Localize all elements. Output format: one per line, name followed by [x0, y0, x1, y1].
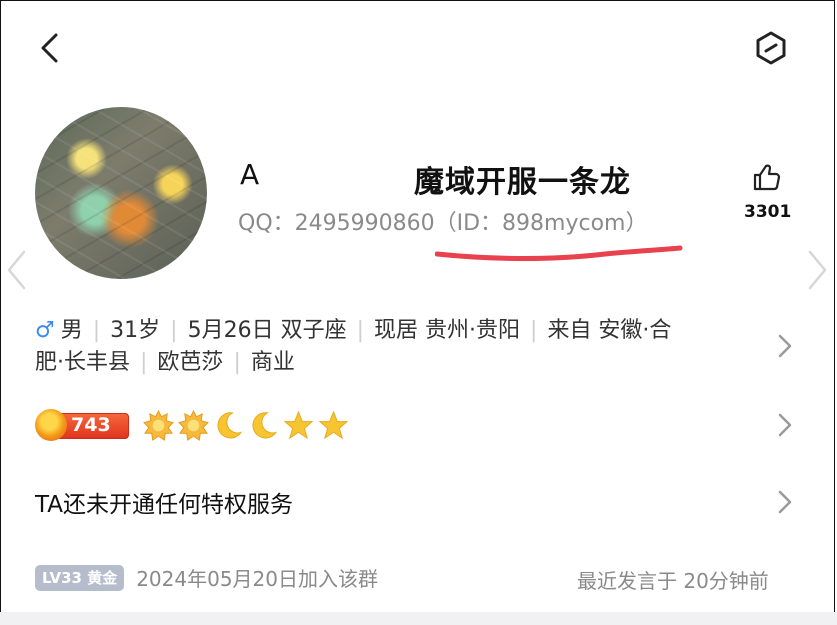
level-badge-value: 743 — [71, 414, 111, 436]
sun-icon — [143, 409, 174, 441]
group-name: 魔域开服一条龙 — [414, 165, 631, 200]
age: 31岁 — [110, 318, 161, 343]
residence: 现居 贵州·贵阳 — [374, 318, 521, 343]
separator: | — [92, 318, 101, 343]
avatar[interactable] — [35, 107, 207, 279]
separator: | — [356, 318, 365, 343]
birthday: 5月26日 双子座 — [187, 318, 347, 343]
avatar-texture — [35, 107, 207, 279]
level-chevron-icon[interactable] — [776, 411, 794, 439]
separator: | — [530, 318, 538, 343]
hometown-cont: 肥·长丰县 — [35, 350, 130, 375]
star-icon — [318, 410, 349, 439]
moon-icon — [217, 411, 243, 438]
moon-icon — [252, 411, 278, 438]
join-date: 2024年05月20日加入该群 — [136, 567, 378, 591]
like-block[interactable]: 3301 — [744, 162, 792, 222]
bottom-divider — [0, 612, 837, 625]
group-join-info: LV33 黄金 2024年05月20日加入该群 — [35, 563, 378, 592]
separator: | — [140, 350, 148, 375]
level-icons — [143, 409, 349, 441]
screen-frame — [0, 0, 835, 623]
like-count: 3301 — [744, 202, 792, 222]
sun-icon — [178, 409, 209, 441]
back-icon[interactable] — [34, 30, 66, 66]
nickname: A — [240, 158, 260, 191]
star-icon — [283, 410, 314, 439]
male-icon: ♂ — [35, 318, 55, 343]
industry: 商业 — [250, 350, 295, 375]
hometown: 来自 安徽·合 — [547, 318, 672, 343]
level-row[interactable]: 743 — [35, 407, 349, 443]
qq-id-line[interactable]: QQ：2495990860（ID：898mycom） — [238, 205, 647, 237]
red-underline-annotation — [435, 245, 683, 261]
privilege-status[interactable]: TA还未开通任何特权服务 — [35, 485, 293, 519]
flame-orb-icon — [35, 409, 67, 441]
personal-info[interactable]: ♂ 男 | 31岁 | 5月26日 双子座 | 现居 贵州·贵阳 | 来自 安徽·合肥·长丰县 | 欧… — [35, 315, 735, 379]
prev-arrow-icon[interactable] — [4, 248, 30, 292]
separator: | — [233, 350, 241, 375]
company: 欧芭莎 — [157, 350, 224, 375]
group-level-tag: LV33 黄金 — [35, 564, 125, 591]
gender: 男 — [60, 318, 83, 343]
thumbs-up-icon[interactable] — [752, 162, 782, 192]
info-chevron-icon[interactable] — [776, 332, 794, 360]
hexagon-menu-icon[interactable] — [753, 30, 789, 66]
privilege-chevron-icon[interactable] — [776, 488, 794, 516]
level-badge: 743 — [35, 409, 129, 441]
next-arrow-icon[interactable] — [804, 248, 830, 292]
separator: | — [170, 318, 178, 343]
last-speak-time: 最近发言于 20分钟前 — [577, 569, 769, 593]
